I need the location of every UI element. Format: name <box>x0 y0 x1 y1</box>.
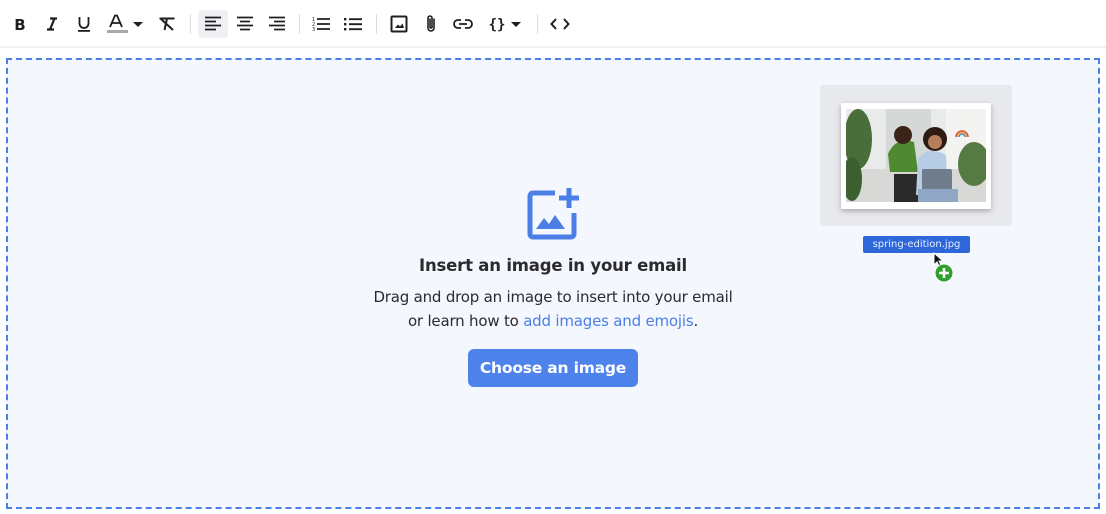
bulleted-list-button[interactable] <box>340 10 366 38</box>
align-right-button[interactable] <box>264 10 290 38</box>
plus-circle-icon <box>934 263 954 283</box>
insert-image-button[interactable] <box>386 10 412 38</box>
photo-illustration <box>846 109 986 202</box>
text-color-icon <box>107 14 128 33</box>
numbered-list-icon: 1 2 3 <box>312 17 330 32</box>
bold-button[interactable]: B <box>8 10 32 38</box>
choose-image-button[interactable]: Choose an image <box>468 349 638 387</box>
underline-icon <box>78 17 90 32</box>
align-center-button[interactable] <box>232 10 258 38</box>
align-right-icon <box>269 16 285 31</box>
text-color-button[interactable] <box>102 10 146 38</box>
image-thumbnail <box>846 109 986 202</box>
bulleted-list-icon <box>344 18 362 31</box>
help-link[interactable]: add images and emojis <box>523 312 693 330</box>
align-center-icon <box>237 16 253 31</box>
link-icon <box>453 19 473 29</box>
clear-formatting-button[interactable] <box>154 10 180 38</box>
toolbar-separator <box>376 14 377 34</box>
chevron-down-icon <box>510 22 521 27</box>
insert-variable-button[interactable]: {} <box>482 10 526 38</box>
svg-text:B: B <box>14 16 25 32</box>
italic-button[interactable] <box>40 10 64 38</box>
code-icon <box>550 18 570 30</box>
insert-link-button[interactable] <box>450 10 476 38</box>
image-icon <box>390 15 408 33</box>
svg-text:3: 3 <box>312 27 315 32</box>
description-suffix: . <box>693 312 699 330</box>
paperclip-icon <box>427 15 435 32</box>
chevron-down-icon <box>133 22 143 27</box>
toolbar-separator <box>537 14 538 34</box>
source-code-button[interactable] <box>546 10 574 38</box>
formatting-toolbar: B 1 2 3 {} <box>0 0 1106 48</box>
bold-icon: B <box>14 16 25 32</box>
curly-braces-icon: {} <box>488 17 505 32</box>
drop-zone-description: Drag and drop an image to insert into yo… <box>373 285 732 333</box>
svg-text:{}: {} <box>488 17 505 32</box>
description-prefix: or learn how to <box>407 312 524 330</box>
drag-filename-badge: spring-edition.jpg <box>863 236 970 253</box>
toolbar-separator <box>299 14 300 34</box>
image-thumbnail-frame <box>841 103 991 209</box>
description-line-1: Drag and drop an image to insert into yo… <box>373 288 733 306</box>
align-left-icon <box>205 16 221 31</box>
align-left-button[interactable] <box>198 10 228 38</box>
description-line-2: or learn how to add images and emojis. <box>373 309 732 333</box>
add-image-icon <box>527 188 579 240</box>
drop-zone-title: Insert an image in your email <box>419 256 687 275</box>
toolbar-separator <box>190 14 191 34</box>
attach-file-button[interactable] <box>418 10 444 38</box>
drag-preview <box>820 85 1012 226</box>
clear-formatting-icon <box>159 17 175 31</box>
numbered-list-button[interactable]: 1 2 3 <box>308 10 334 38</box>
italic-icon <box>47 17 57 31</box>
underline-button[interactable] <box>72 10 96 38</box>
